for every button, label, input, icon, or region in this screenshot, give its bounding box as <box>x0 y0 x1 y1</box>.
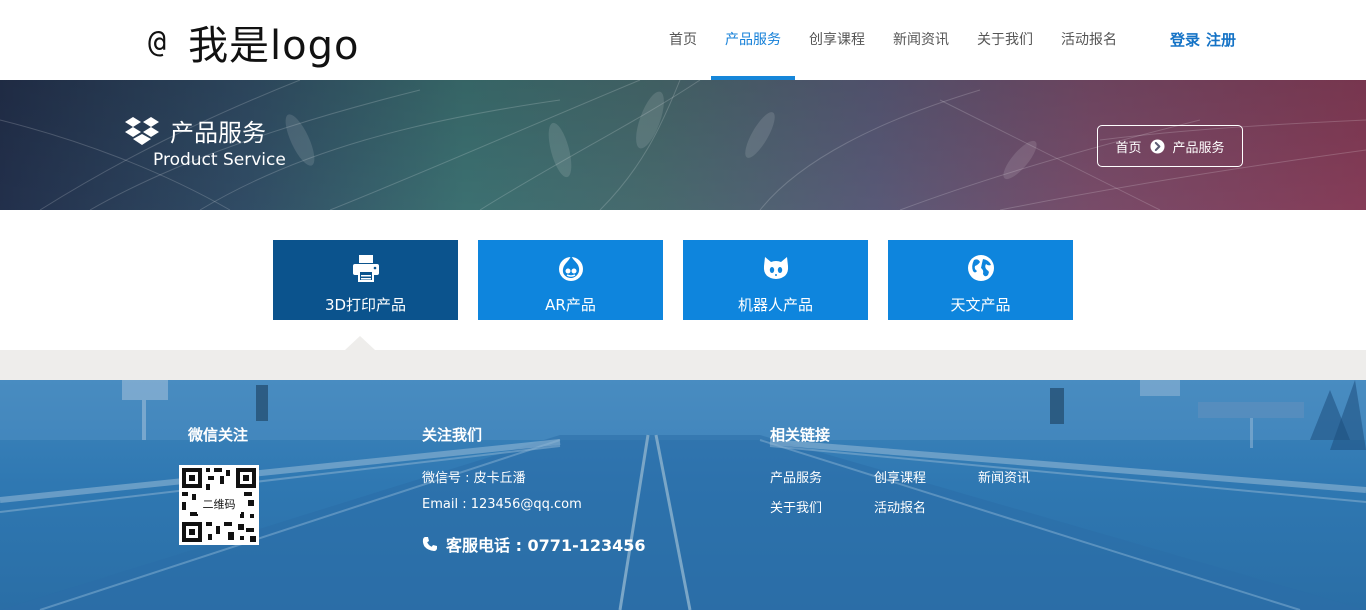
banner-title-text: 产品服务 <box>170 119 266 147</box>
hotline-text: 客服电话 : 0771-123456 <box>446 536 646 555</box>
section-divider-band <box>0 350 1366 380</box>
site-header: @ 我是logo 首页 产品服务 创享课程 新闻资讯 关于我们 活动报名 登录注… <box>0 0 1366 80</box>
auth-links: 登录 注册 <box>1170 0 1236 80</box>
site-logo[interactable]: @ 我是logo <box>148 14 360 70</box>
tab-label: AR产品 <box>545 296 596 314</box>
qr-label: 二维码 <box>197 496 241 514</box>
breadcrumb-current: 产品服务 <box>1172 140 1225 156</box>
follow-heading: 关注我们 <box>422 426 483 444</box>
contact-email: Email : 123456@qq.com <box>422 497 582 512</box>
tab-3d-printing[interactable]: 3D打印产品 <box>273 240 458 320</box>
footer-link-events[interactable]: 活动报名 <box>874 497 926 516</box>
tab-label: 机器人产品 <box>737 296 813 314</box>
tab-label: 天文产品 <box>950 296 1011 314</box>
footer-link-products[interactable]: 产品服务 <box>770 467 822 486</box>
printer-icon <box>353 255 379 282</box>
main-nav: 首页 产品服务 创享课程 新闻资讯 关于我们 活动报名 <box>655 0 1131 80</box>
footer-link-about[interactable]: 关于我们 <box>770 497 822 516</box>
phone-icon <box>422 537 437 551</box>
circle-arrow-right-icon <box>1149 138 1165 154</box>
tab-ar[interactable]: AR产品 <box>478 240 663 320</box>
wechat-qr-code: 二维码 <box>179 465 259 545</box>
banner-title: 产品服务 <box>124 113 266 148</box>
product-tabs: 3D打印产品 AR产品 机器人产品 天文产品 <box>273 240 1073 320</box>
dropbox-icon <box>125 116 159 145</box>
logo-text: 我是logo <box>188 23 360 69</box>
tab-label: 3D打印产品 <box>324 296 407 314</box>
nav-item-news[interactable]: 新闻资讯 <box>879 0 963 80</box>
wechat-id: 微信号 : 皮卡丘潘 <box>422 471 526 486</box>
globe-icon <box>968 255 994 281</box>
logo-symbol: @ <box>148 24 167 60</box>
nav-item-events[interactable]: 活动报名 <box>1047 0 1131 80</box>
links-heading: 相关链接 <box>770 426 831 444</box>
github-icon <box>763 257 789 279</box>
tab-robots[interactable]: 机器人产品 <box>683 240 868 320</box>
nav-item-products[interactable]: 产品服务 <box>711 0 795 80</box>
breadcrumb: 首页 产品服务 <box>1097 125 1243 167</box>
drupal-icon <box>559 255 583 281</box>
footer-link-courses[interactable]: 创享课程 <box>874 467 926 486</box>
site-footer: 微信关注 二维码 关注我们 微信号 : 皮卡丘潘 Email : 123456@… <box>0 380 1366 610</box>
footer-link-news[interactable]: 新闻资讯 <box>978 467 1030 486</box>
hotline: 客服电话 : 0771-123456 <box>422 532 646 556</box>
nav-item-about[interactable]: 关于我们 <box>963 0 1047 80</box>
nav-item-courses[interactable]: 创享课程 <box>795 0 879 80</box>
banner-subtitle: Product Service <box>153 150 286 170</box>
active-tab-pointer <box>345 336 375 350</box>
register-link[interactable]: 注册 <box>1206 31 1236 49</box>
nav-item-home[interactable]: 首页 <box>655 0 711 80</box>
breadcrumb-home[interactable]: 首页 <box>1115 137 1141 156</box>
login-link[interactable]: 登录 <box>1170 31 1200 49</box>
wechat-heading: 微信关注 <box>188 426 249 444</box>
tab-astronomy[interactable]: 天文产品 <box>888 240 1073 320</box>
